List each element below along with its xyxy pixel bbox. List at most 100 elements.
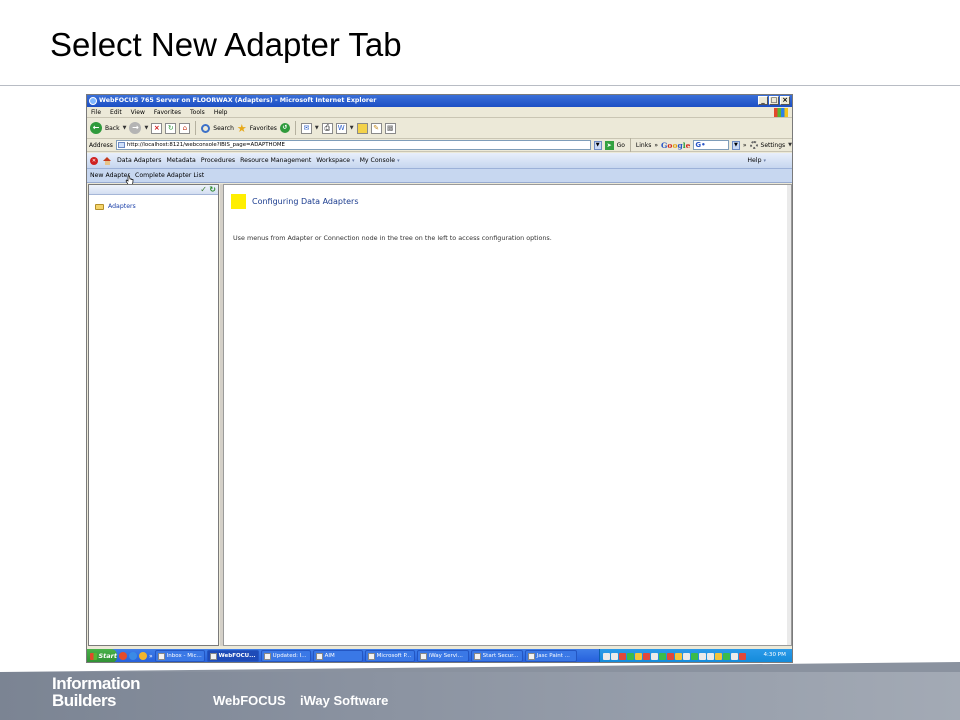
- toolbar-separator: [629, 138, 631, 152]
- slide-title: Select New Adapter Tab: [50, 26, 402, 63]
- back-arrow-icon[interactable]: ←: [90, 122, 102, 134]
- back-button[interactable]: Back: [105, 125, 120, 132]
- menu-edit[interactable]: Edit: [110, 109, 122, 116]
- address-dropdown-icon[interactable]: ▼: [593, 140, 602, 150]
- tray-icon[interactable]: [611, 652, 618, 660]
- go-button[interactable]: Go: [617, 142, 625, 149]
- nav-help[interactable]: Help ▾: [747, 157, 766, 164]
- task-inbox[interactable]: Inbox - Mic...: [154, 650, 205, 662]
- tray-icon[interactable]: [691, 652, 698, 660]
- links-more[interactable]: »: [654, 142, 658, 149]
- start-button[interactable]: Start: [87, 649, 117, 662]
- settings-button[interactable]: Settings: [761, 142, 786, 149]
- research-icon[interactable]: ✎: [370, 122, 382, 134]
- quicklaunch-icon[interactable]: [139, 652, 147, 660]
- folder-icon: [95, 203, 104, 210]
- task-microsoft-p[interactable]: Microsoft P...: [364, 650, 415, 662]
- forward-dropdown-icon[interactable]: ▼: [144, 125, 148, 131]
- go-arrow-icon[interactable]: ➤: [604, 140, 614, 150]
- tray-icon[interactable]: [707, 652, 714, 660]
- tab-new-adapter[interactable]: New Adapter: [90, 172, 130, 179]
- address-input[interactable]: http://localhost:8121/webconsole?IBIS_pa…: [115, 140, 591, 150]
- google-search-input[interactable]: G•: [693, 140, 729, 150]
- print-icon[interactable]: ⎙: [321, 122, 333, 134]
- home-icon[interactable]: ⌂: [179, 122, 191, 134]
- tray-icon[interactable]: [675, 652, 682, 660]
- quicklaunch-more[interactable]: »: [149, 653, 153, 660]
- footer-banner: [0, 672, 960, 720]
- nav-resource-management[interactable]: Resource Management: [240, 157, 311, 164]
- search-button[interactable]: Search: [213, 125, 234, 132]
- check-icon[interactable]: ✓: [200, 185, 207, 194]
- menu-file[interactable]: File: [91, 109, 101, 116]
- minimize-button[interactable]: _: [758, 96, 768, 105]
- menu-bar: File Edit View Favorites Tools Help: [87, 107, 792, 118]
- tray-icon[interactable]: [659, 652, 666, 660]
- quicklaunch-icon[interactable]: [119, 652, 127, 660]
- tray-icon[interactable]: [643, 652, 650, 660]
- tab-complete-adapter-list[interactable]: Complete Adapter List: [135, 172, 204, 179]
- console-home-icon[interactable]: [103, 156, 112, 165]
- maximize-button[interactable]: □: [769, 96, 779, 105]
- task-jasc-paint[interactable]: Jasc Paint ...: [524, 650, 577, 662]
- messenger-icon[interactable]: ▩: [384, 122, 396, 134]
- history-icon[interactable]: ↺: [279, 123, 290, 133]
- task-webfocus[interactable]: WebFOCU...: [206, 650, 259, 662]
- stop-server-icon[interactable]: ✕: [90, 156, 98, 165]
- content-pane: Configuring Data Adapters Use menus from…: [223, 184, 792, 646]
- search-icon[interactable]: [201, 123, 211, 133]
- menu-help[interactable]: Help: [214, 109, 228, 116]
- nav-my-console[interactable]: My Console ▾: [360, 157, 400, 164]
- task-updated[interactable]: Updated: I...: [260, 650, 311, 662]
- edit-word-icon[interactable]: W: [335, 122, 347, 134]
- close-button[interactable]: ×: [780, 96, 790, 105]
- tray-icon[interactable]: [667, 652, 674, 660]
- tree-node-adapters[interactable]: Adapters: [95, 203, 136, 210]
- settings-gear-icon[interactable]: [749, 141, 758, 149]
- tray-icon[interactable]: [635, 652, 642, 660]
- tray-icon[interactable]: [627, 652, 634, 660]
- tray-icon[interactable]: [723, 652, 730, 660]
- tray-icon[interactable]: [739, 652, 746, 660]
- task-iway-services[interactable]: iWay Servi...: [416, 650, 469, 662]
- tray-icon[interactable]: [731, 652, 738, 660]
- refresh-icon[interactable]: ↻: [209, 185, 216, 194]
- tray-icon[interactable]: [603, 652, 610, 660]
- tray-icon[interactable]: [683, 652, 690, 660]
- favorites-star-icon[interactable]: ★: [237, 122, 247, 135]
- menu-tools[interactable]: Tools: [190, 109, 205, 116]
- tray-icon[interactable]: [651, 652, 658, 660]
- nav-metadata[interactable]: Metadata: [167, 157, 196, 164]
- settings-dropdown-icon[interactable]: ▼: [788, 142, 792, 148]
- nav-data-adapters[interactable]: Data Adapters: [117, 157, 162, 164]
- notes-icon[interactable]: [356, 122, 368, 134]
- tray-icon[interactable]: [699, 652, 706, 660]
- menu-view[interactable]: View: [131, 109, 145, 116]
- back-dropdown-icon[interactable]: ▼: [123, 125, 127, 131]
- task-aim[interactable]: AIM: [312, 650, 363, 662]
- content-scrollbar[interactable]: [787, 185, 791, 645]
- nav-workspace[interactable]: Workspace ▾: [316, 157, 354, 164]
- google-logo: Google: [661, 140, 691, 150]
- forward-arrow-icon[interactable]: →: [129, 122, 142, 134]
- refresh-icon[interactable]: ↻: [165, 122, 177, 134]
- tray-icon[interactable]: [619, 652, 626, 660]
- mail-icon[interactable]: ✉: [300, 122, 312, 134]
- mail-dropdown-icon[interactable]: ▼: [315, 125, 319, 131]
- windows-logo-icon: [774, 108, 788, 117]
- footer-product-webfocus: WebFOCUS: [213, 693, 286, 708]
- quicklaunch-ie-icon[interactable]: [129, 652, 137, 660]
- taskbar-clock[interactable]: 4:30 PM: [763, 652, 786, 658]
- favorites-button[interactable]: Favorites: [250, 125, 277, 132]
- toolbar-more[interactable]: »: [743, 142, 747, 149]
- window-titlebar[interactable]: WebFOCUS 765 Server on FLOORWAX (Adapter…: [87, 95, 792, 107]
- menu-favorites[interactable]: Favorites: [154, 109, 181, 116]
- edit-dropdown-icon[interactable]: ▼: [350, 125, 354, 131]
- stop-icon[interactable]: ×: [151, 122, 163, 134]
- task-start-security[interactable]: Start Secur...: [470, 650, 523, 662]
- nav-procedures[interactable]: Procedures: [201, 157, 235, 164]
- google-dropdown-icon[interactable]: ▼: [731, 140, 740, 150]
- links-button[interactable]: Links: [636, 142, 651, 149]
- slide-divider: [0, 85, 960, 86]
- tray-icon[interactable]: [715, 652, 722, 660]
